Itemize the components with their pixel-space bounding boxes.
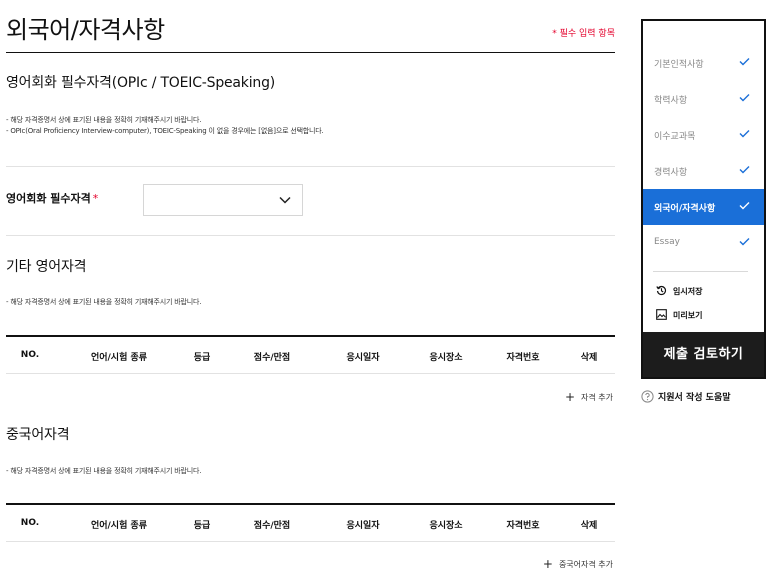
english-speaking-section-title: 영어회화 필수자격(OPIc / TOEIC-Speaking) [6,75,276,91]
english-speaking-note-1: - 해당 자격증명서 상에 표기된 내용을 정확히 기재해주시기 바랍니다. [6,116,202,124]
sidebar-item-label: Essay [654,237,680,247]
preview-label: 미리보기 [673,311,703,320]
sidebar-item-essay[interactable]: Essay [643,225,764,261]
table-bottom-rule [6,541,615,542]
plus-icon: + [564,390,576,404]
english-speaking-select[interactable] [143,184,303,216]
add-qualification-label: 자격 추가 [581,393,613,402]
temp-save-button[interactable]: 임시저장 [656,285,702,297]
add-chinese-qualification-label: 중국어자격 추가 [558,560,613,568]
preview-image-icon [656,309,667,320]
other-english-section-title: 기타 영어자격 [6,259,87,275]
col-no: NO. [20,350,40,360]
check-icon [739,58,750,66]
col-cert-number: 자격번호 [506,521,540,531]
add-qualification-button[interactable]: + 자격 추가 [565,390,613,404]
help-circle-icon [641,390,654,403]
table-bottom-rule [6,373,615,374]
chevron-down-icon [279,196,291,204]
col-language-exam: 언어/시험 종류 [90,353,148,363]
col-exam-date: 응시일자 [346,353,380,363]
check-icon [739,166,750,174]
preview-button[interactable]: 미리보기 [656,309,702,321]
chinese-note: - 해당 자격증명서 상에 표기된 내용을 정확히 기재해주시기 바랍니다. [6,467,202,475]
col-score: 점수/만점 [253,353,291,363]
sidebar-item-label: 경력사항 [654,168,688,178]
sidebar-item-basic-info[interactable]: 기본인적사항 [643,45,764,81]
english-speaking-field-label: 영어회화 필수자격 * [6,190,98,206]
add-chinese-qualification-button[interactable]: + 중국어자격 추가 [543,557,613,568]
col-no: NO. [20,518,40,528]
chinese-section-title: 중국어자격 [6,427,70,443]
col-grade: 등급 [193,353,211,363]
title-divider [6,52,615,53]
col-exam-place: 응시장소 [429,353,463,363]
sidebar-item-career[interactable]: 경력사항 [643,153,764,189]
divider [6,166,615,167]
required-mark: * [92,192,99,205]
sidebar-item-label: 학력사항 [654,96,688,106]
page-title: 외국어/자격사항 [6,16,165,44]
check-icon [739,238,750,246]
col-language-exam: 언어/시험 종류 [90,521,148,531]
field-label-text: 영어회화 필수자격 [6,192,91,205]
submit-review-button[interactable]: 제출 검토하기 [643,332,764,377]
english-speaking-notes: - 해당 자격증명서 상에 표기된 내용을 정확히 기재해주시기 바랍니다. -… [6,115,324,137]
check-icon [739,202,750,210]
save-history-icon [656,285,667,296]
chinese-table-header: NO. 언어/시험 종류 등급 점수/만점 응시일자 응시장소 자격번호 삭제 [6,505,615,541]
col-cert-number: 자격번호 [506,353,540,363]
col-exam-place: 응시장소 [429,521,463,531]
required-note: * 필수 입력 항목 [552,29,615,39]
plus-icon: + [542,557,553,568]
help-link[interactable]: 지원서 작성 도움말 [641,390,731,403]
progress-sidebar: 기본인적사항 학력사항 이수교과목 경력사항 외국어/자격사항 Essay 임시… [641,19,766,379]
col-delete: 삭제 [580,353,598,363]
sidebar-item-label: 외국어/자격사항 [654,204,716,214]
col-grade: 등급 [193,521,211,531]
check-icon [739,130,750,138]
temp-save-label: 임시저장 [673,287,703,296]
sidebar-item-courses[interactable]: 이수교과목 [643,117,764,153]
other-english-note: - 해당 자격증명서 상에 표기된 내용을 정확히 기재해주시기 바랍니다. [6,298,202,306]
sidebar-item-education[interactable]: 학력사항 [643,81,764,117]
divider [6,235,615,236]
other-english-table-header: NO. 언어/시험 종류 등급 점수/만점 응시일자 응시장소 자격번호 삭제 [6,337,615,373]
col-score: 점수/만점 [253,521,291,531]
col-delete: 삭제 [580,521,598,531]
english-speaking-note-2: - OPIc(Oral Proficiency Interview-comput… [6,127,324,135]
sidebar-item-language-certs[interactable]: 외국어/자격사항 [643,189,764,225]
check-icon [739,94,750,102]
sidebar-item-label: 기본인적사항 [654,60,704,70]
col-exam-date: 응시일자 [346,521,380,531]
main-content: 외국어/자격사항 * 필수 입력 항목 영어회화 필수자격(OPIc / TOE… [6,0,615,568]
sidebar-divider [653,271,748,272]
help-label: 지원서 작성 도움말 [658,393,731,403]
sidebar-item-label: 이수교과목 [654,132,696,142]
